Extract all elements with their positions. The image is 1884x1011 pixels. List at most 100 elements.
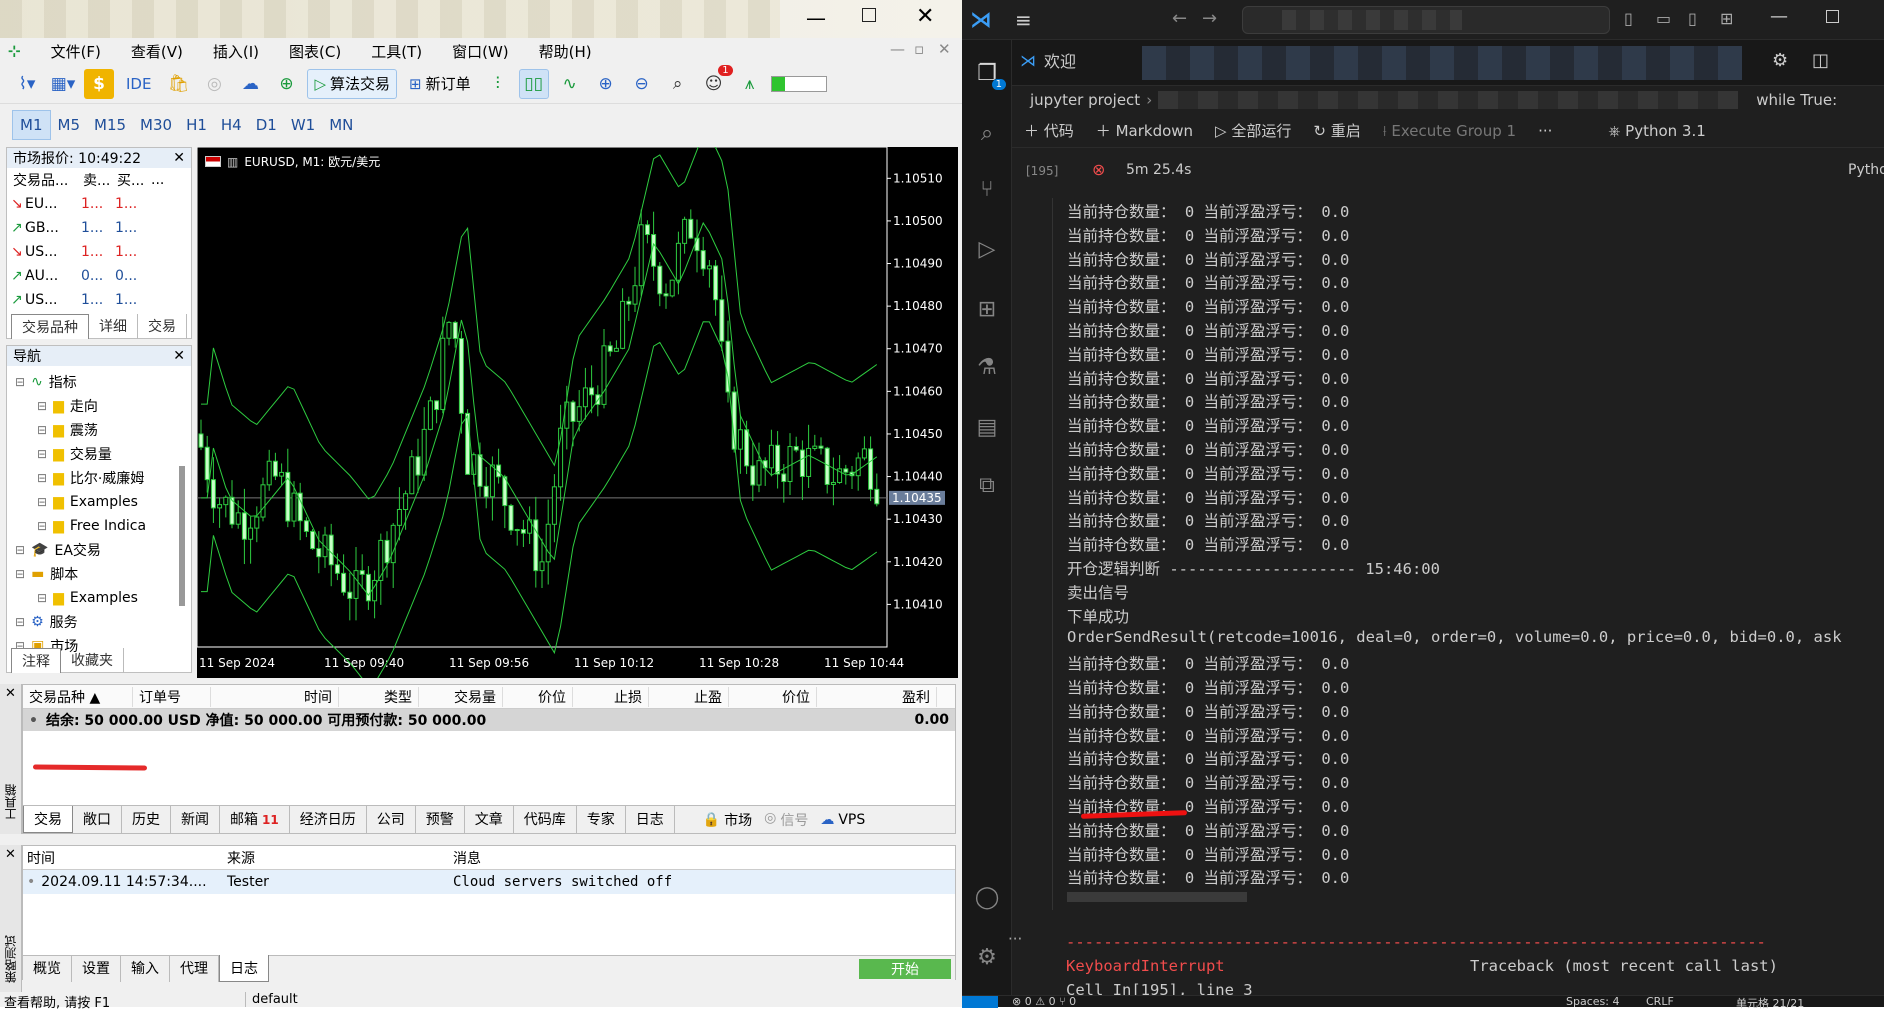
trade-tab[interactable]: 文章 (465, 806, 514, 833)
tester-tab[interactable]: 代理 (170, 955, 219, 982)
timeframe-m1[interactable]: M1 (12, 110, 51, 140)
expand-icon[interactable]: ⊟ (15, 567, 25, 581)
trade-tab[interactable]: 历史 (122, 806, 171, 833)
add-code-button[interactable]: ＋ 代码 (1024, 120, 1074, 141)
split-editor-icon[interactable]: ◫ (1812, 50, 1829, 71)
eol-status[interactable]: CRLF (1646, 995, 1674, 1008)
col-bid[interactable]: 卖... (83, 170, 117, 190)
signals-link[interactable]: ◎ 信号 (764, 810, 808, 830)
expand-icon[interactable]: ⊟ (37, 399, 47, 413)
problems-indicator[interactable]: ⊗ 0 ⚠ 0 ⑂ 0 (1012, 995, 1076, 1008)
search-icon[interactable]: ⌕ (663, 69, 693, 99)
navigator-item[interactable]: ⊟ ▆ Examples (7, 490, 191, 514)
menu-file[interactable]: 文件(F) (51, 41, 115, 62)
maximize-icon[interactable] (862, 8, 876, 22)
timeframe-w1[interactable]: W1 (284, 110, 322, 140)
vps-icon[interactable]: ⊕ (271, 69, 301, 99)
navigator-item[interactable]: ⊟ 🎓 EA交易 (7, 538, 191, 562)
trade-column-header[interactable]: 类型 (339, 686, 419, 707)
market-watch-row[interactable]: ↘ EU... 1... 1... (7, 192, 191, 216)
breadcrumb-code[interactable]: while True: (1756, 91, 1837, 109)
trade-tab[interactable]: 交易 (23, 806, 73, 833)
tester-log-row[interactable]: • 2024.09.11 14:57:34.... Tester Cloud se… (23, 870, 955, 894)
trade-tab[interactable]: 经济日历 (290, 806, 367, 833)
kernel-picker[interactable]: ⎈ Python 3.1 (1608, 122, 1705, 140)
navigator-item[interactable]: ⊟ ▆ 走向 (7, 394, 191, 418)
trade-column-header[interactable]: 价位 (503, 686, 573, 707)
explorer-icon[interactable]: ❐ 1 (972, 58, 1006, 90)
trade-column-header[interactable]: 交易品种 ▲ (23, 686, 133, 707)
extensions-icon[interactable]: ⊞ (972, 294, 1002, 324)
navigator-item[interactable]: ⊟ ▬ 脚本 (7, 562, 191, 586)
trade-tab[interactable]: 日志 (626, 806, 675, 833)
start-button[interactable]: 开始 (859, 959, 951, 979)
trade-tab[interactable]: 敞口 (73, 806, 122, 833)
expand-icon[interactable]: ⊟ (37, 447, 47, 461)
mdi-close-icon[interactable]: ✕ (938, 40, 965, 58)
tester-tab[interactable]: 设置 (72, 955, 121, 982)
settings-gear-icon[interactable]: ⚙ (1772, 50, 1788, 71)
close-icon[interactable]: ✕ (173, 150, 185, 166)
vps-link[interactable]: ☁ VPS (820, 812, 865, 828)
toggle-panel-icon[interactable]: ▭ (1656, 9, 1671, 28)
menu-chart[interactable]: 图表(C) (289, 41, 355, 62)
indicators-icon[interactable]: ▦▾ (48, 69, 78, 99)
navigator-item[interactable]: ⊟ ▆ 震荡 (7, 418, 191, 442)
timeframe-h4[interactable]: H4 (214, 110, 249, 140)
tab-details[interactable]: 详细 (89, 314, 138, 339)
navigator-item[interactable]: ⊟ ∿ 指标 (7, 370, 191, 394)
market-bag-icon[interactable]: 🛍 (163, 69, 193, 99)
menu-view[interactable]: 查看(V) (131, 41, 197, 62)
menu-icon[interactable]: ≡ (1015, 8, 1032, 32)
close-icon[interactable]: ✕ (916, 4, 934, 29)
run-all-button[interactable]: ▷ 全部运行 (1215, 120, 1291, 141)
trade-column-header[interactable]: 订单号 (133, 686, 211, 707)
account-icon[interactable]: ☺ 1 (699, 64, 733, 99)
trade-tab[interactable]: 代码库 (514, 806, 577, 833)
menu-window[interactable]: 窗口(W) (452, 41, 523, 62)
trade-column-header[interactable]: 止损 (573, 686, 649, 707)
tab-trading[interactable]: 交易 (138, 314, 187, 339)
trade-tab[interactable]: 公司 (367, 806, 416, 833)
maximize-icon[interactable] (1826, 10, 1839, 23)
cell-position-status[interactable]: 单元格 21/21 (1736, 995, 1804, 1011)
menu-insert[interactable]: 插入(I) (213, 41, 273, 62)
line-chart-icon[interactable]: ∿ (555, 69, 585, 99)
market-watch-row[interactable]: ↗ US... 1... 1... (7, 288, 191, 312)
chart-type-icon[interactable]: ⌇▾ (12, 69, 42, 99)
add-markdown-button[interactable]: ＋ Markdown (1096, 120, 1193, 141)
trade-tab[interactable]: 邮箱 11 (220, 806, 290, 833)
dollar-icon[interactable]: $ (84, 68, 114, 99)
close-icon[interactable]: ✕ (5, 686, 16, 701)
indentation-status[interactable]: Spaces: 4 (1566, 995, 1619, 1008)
tab-symbols[interactable]: 交易品种 (11, 314, 89, 339)
trade-tab[interactable]: 预警 (416, 806, 465, 833)
price-chart[interactable]: 1.10510 1.10500 1.10490 1.10480 1.10470 1.104… (196, 133, 958, 687)
navigator-item[interactable]: ⊟ ▆ 交易量 (7, 442, 191, 466)
market-link[interactable]: 🔒 市场 (703, 810, 752, 830)
close-icon[interactable]: ✕ (173, 348, 185, 364)
timeframe-mn[interactable]: MN (322, 110, 360, 140)
navigator-item[interactable]: ⊟ ▆ Examples (7, 586, 191, 610)
tab-favorites[interactable]: 收藏夹 (61, 648, 124, 673)
new-order-button[interactable]: ⊞ 新订单 (403, 69, 477, 99)
mdi-restore-icon[interactable]: ▫ (914, 40, 938, 58)
tester-tab[interactable]: 输入 (121, 955, 170, 982)
trade-column-header[interactable]: 盈利 (817, 686, 937, 707)
trade-column-header[interactable]: 止盈 (649, 686, 729, 707)
timeframe-m30[interactable]: M30 (133, 110, 179, 140)
bar-chart-icon[interactable]: ⫶ (483, 69, 513, 99)
market-watch-row[interactable]: ↗ GB... 1... 1... (7, 216, 191, 240)
expand-icon[interactable]: ⊟ (37, 591, 47, 605)
restart-button[interactable]: ↻ 重启 (1313, 120, 1360, 141)
col-message[interactable]: 消息 (453, 848, 955, 868)
minimize-icon[interactable]: — (806, 6, 826, 30)
tester-tab[interactable]: 日志 (219, 955, 269, 982)
expand-icon[interactable]: ⊟ (37, 495, 47, 509)
navigator-scrollbar[interactable] (179, 466, 185, 606)
zoom-out-icon[interactable]: ⊖ (627, 69, 657, 99)
menu-help[interactable]: 帮助(H) (539, 41, 606, 62)
expand-icon[interactable]: ⊟ (37, 519, 47, 533)
tab-comments[interactable]: 注释 (11, 648, 61, 673)
timeframe-h1[interactable]: H1 (179, 110, 214, 140)
